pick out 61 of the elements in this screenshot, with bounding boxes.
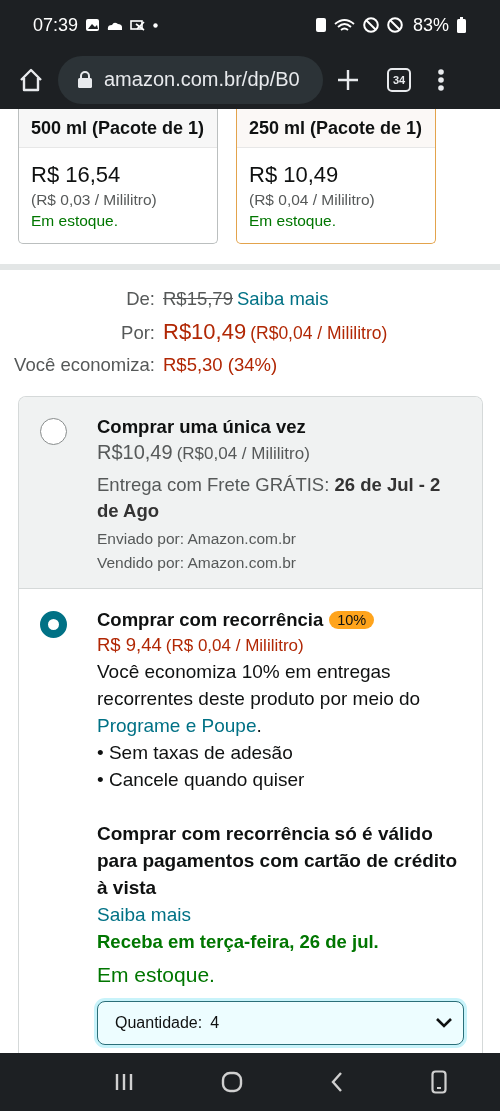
delivery-info: Entrega com Frete GRÁTIS: 26 de Jul - 2 de Ago: [97, 472, 442, 523]
recent-apps-icon: [113, 1072, 134, 1092]
battery-percent: 83%: [412, 14, 449, 36]
dot-icon: [153, 22, 159, 28]
stock-status: Em estoque.: [249, 212, 338, 230]
sale-price: R$10,49: [163, 318, 247, 345]
blocked-icon: [362, 17, 379, 33]
home-icon: [220, 1071, 243, 1093]
tab-count-button[interactable]: 34: [387, 67, 411, 92]
variant-card[interactable]: 250 ml (Pacote de 1) R$ 10,49 (R$ 0,04 / Mililitro) Em estoque.: [236, 109, 436, 244]
description-text: Você economiza 10% em entregas recorrentes deste produto por meio do Programe e Poupe.: [97, 659, 422, 738]
learn-more-link[interactable]: Saiba mais: [236, 287, 329, 310]
radio-button[interactable]: [40, 417, 67, 445]
lock-icon: [78, 71, 92, 88]
stock-status: Em estoque.: [97, 962, 216, 987]
bullet-item: • Sem taxas de adesão: [97, 740, 294, 765]
savings-amount: R$5,30 (34%): [163, 353, 278, 376]
plus-icon: [337, 68, 359, 91]
option-title: Comprar uma única vez: [97, 415, 307, 438]
variant-card[interactable]: 500 ml (Pacote de 1) R$ 16,54 (R$ 0,03 / Mililitro) Em estoque.: [18, 109, 218, 244]
unit-price: (R$ 0,04 / Mililitro): [165, 635, 304, 656]
wifi-icon: [333, 18, 355, 32]
clock-time: 07:39: [33, 14, 79, 36]
discount-badge: 10%: [329, 610, 375, 629]
savings-label: Você economiza:: [13, 353, 155, 376]
variant-price: R$ 10,49: [249, 162, 340, 188]
unit-price: (R$ 0,03 / Mililitro): [31, 191, 158, 209]
unit-price: (R$0,04 / Mililitro): [176, 443, 310, 464]
cloud-icon: [107, 20, 123, 30]
bullet-item: • Cancele quando quiser: [97, 767, 306, 792]
variant-title: 500 ml (Pacote de 1): [31, 117, 205, 139]
list-price-label: De:: [125, 287, 155, 310]
radio-button[interactable]: [40, 610, 67, 638]
shipped-by: Enviado por: Amazon.com.br: [97, 529, 298, 548]
blocked-icon: [386, 17, 403, 33]
message-icon: [130, 19, 146, 31]
variant-price: R$ 16,54: [31, 162, 122, 188]
price-label: Por:: [120, 321, 155, 344]
note-text: Comprar com recorrência só é válido para pagamentos com cartão de crédito à vista: [97, 821, 459, 900]
address-bar[interactable]: amazon.com.br/dp/B0: [58, 55, 323, 104]
unit-price: (R$0,04 / Mililitro): [250, 322, 388, 344]
delivery-date: Receba em terça-feira, 26 de jul.: [97, 929, 380, 954]
quantity-dropdown[interactable]: Quantidade: 4: [97, 1000, 464, 1045]
program-link[interactable]: Programe e Poupe: [97, 714, 257, 736]
unit-price: (R$ 0,04 / Mililitro): [249, 191, 376, 209]
home-icon: [18, 66, 44, 93]
sold-by: Vendido por: Amazon.com.br: [97, 553, 298, 572]
variant-title: 250 ml (Pacote de 1): [249, 117, 423, 139]
phone-icon: [430, 1070, 447, 1094]
menu-icon: [437, 67, 445, 92]
option-price: R$ 9,44: [97, 633, 162, 656]
stock-status: Em estoque.: [31, 212, 120, 230]
battery-icon: [457, 17, 466, 33]
sim-card-icon: [315, 18, 326, 32]
list-price: R$15,79: [163, 287, 233, 310]
option-price: R$10,49: [97, 440, 173, 464]
chevron-down-icon: [435, 1016, 453, 1029]
image-icon: [86, 19, 100, 31]
learn-more-link[interactable]: Saiba mais: [97, 900, 464, 928]
back-icon: [329, 1071, 344, 1093]
option-title: Comprar com recorrência: [97, 608, 324, 631]
